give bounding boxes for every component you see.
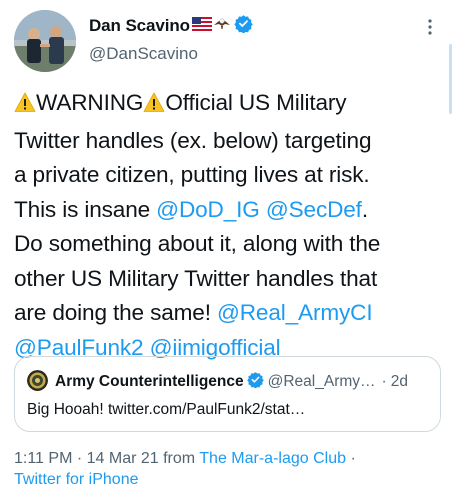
tweet-text-segment: Official US Military <box>165 90 347 115</box>
quoted-tweet-card[interactable]: Army Counterintelligence @Real_Army… · 2… <box>14 356 441 432</box>
tweet-text: WARNING Official US Military Twitter hand… <box>14 86 444 365</box>
warning-word: WARNING <box>36 90 144 115</box>
tweet-header: Dan Scavino @DanScavino <box>14 10 440 74</box>
tweet-text-segment: This is insane <box>14 196 157 222</box>
quoted-tweet-text: Big Hooah! twitter.com/PaulFunk2/stat… <box>27 401 306 418</box>
quoted-avatar[interactable] <box>27 370 48 391</box>
mention-dod-ig-link[interactable]: @DoD_IG <box>156 197 260 222</box>
tweet-line: WARNING Official US Military <box>14 86 444 124</box>
mention-secdef-link[interactable]: @SecDef <box>266 197 362 222</box>
scrollbar[interactable] <box>449 44 452 114</box>
quoted-handle[interactable]: @Real_Army… <box>268 373 376 391</box>
eagle-icon <box>213 16 231 37</box>
tweet-line: other US Military Twitter handles that <box>14 265 378 291</box>
verified-badge-icon <box>234 14 253 38</box>
author-display-name[interactable]: Dan Scavino <box>89 16 190 36</box>
tweet-timestamp[interactable]: 1:11 PM · 14 Mar 21 from <box>14 450 199 467</box>
warning-icon <box>143 89 165 124</box>
quoted-display-name[interactable]: Army Counterintelligence <box>55 373 244 391</box>
tweet-line: Do something about it, along with the <box>14 231 381 256</box>
verified-badge-icon <box>246 371 264 393</box>
tweet-line: are doing the same! @Real_ArmyCI <box>14 296 444 331</box>
author-name-row[interactable]: Dan Scavino <box>89 14 253 38</box>
quoted-separator: · <box>381 373 387 390</box>
tweet-line: Twitter handles (ex. below) targeting <box>14 127 372 153</box>
tweet-client-link[interactable]: Twitter for iPhone <box>14 471 139 488</box>
tweet-metadata: 1:11 PM · 14 Mar 21 from The Mar-a-lago … <box>14 448 356 490</box>
warning-icon <box>14 89 36 124</box>
tweet-line: This is insane @DoD_IG @SecDef. <box>14 193 444 228</box>
meta-separator: · <box>346 450 356 467</box>
quoted-header: Army Counterintelligence @Real_Army… · 2… <box>55 371 408 393</box>
tweet-text-segment: are doing the same! <box>14 300 217 325</box>
author-handle[interactable]: @DanScavino <box>89 44 198 64</box>
mention-real-armyci-link[interactable]: @Real_ArmyCI <box>217 300 373 325</box>
us-flag-icon <box>191 16 212 36</box>
tweet-location-link[interactable]: The Mar-a-lago Club <box>199 450 346 467</box>
tweet-line: a private citizen, putting lives at risk… <box>14 162 370 187</box>
more-options-icon[interactable] <box>420 16 440 38</box>
avatar[interactable] <box>14 10 76 72</box>
tweet-text-segment: . <box>361 196 368 222</box>
quoted-timestamp[interactable]: 2d <box>391 373 408 391</box>
